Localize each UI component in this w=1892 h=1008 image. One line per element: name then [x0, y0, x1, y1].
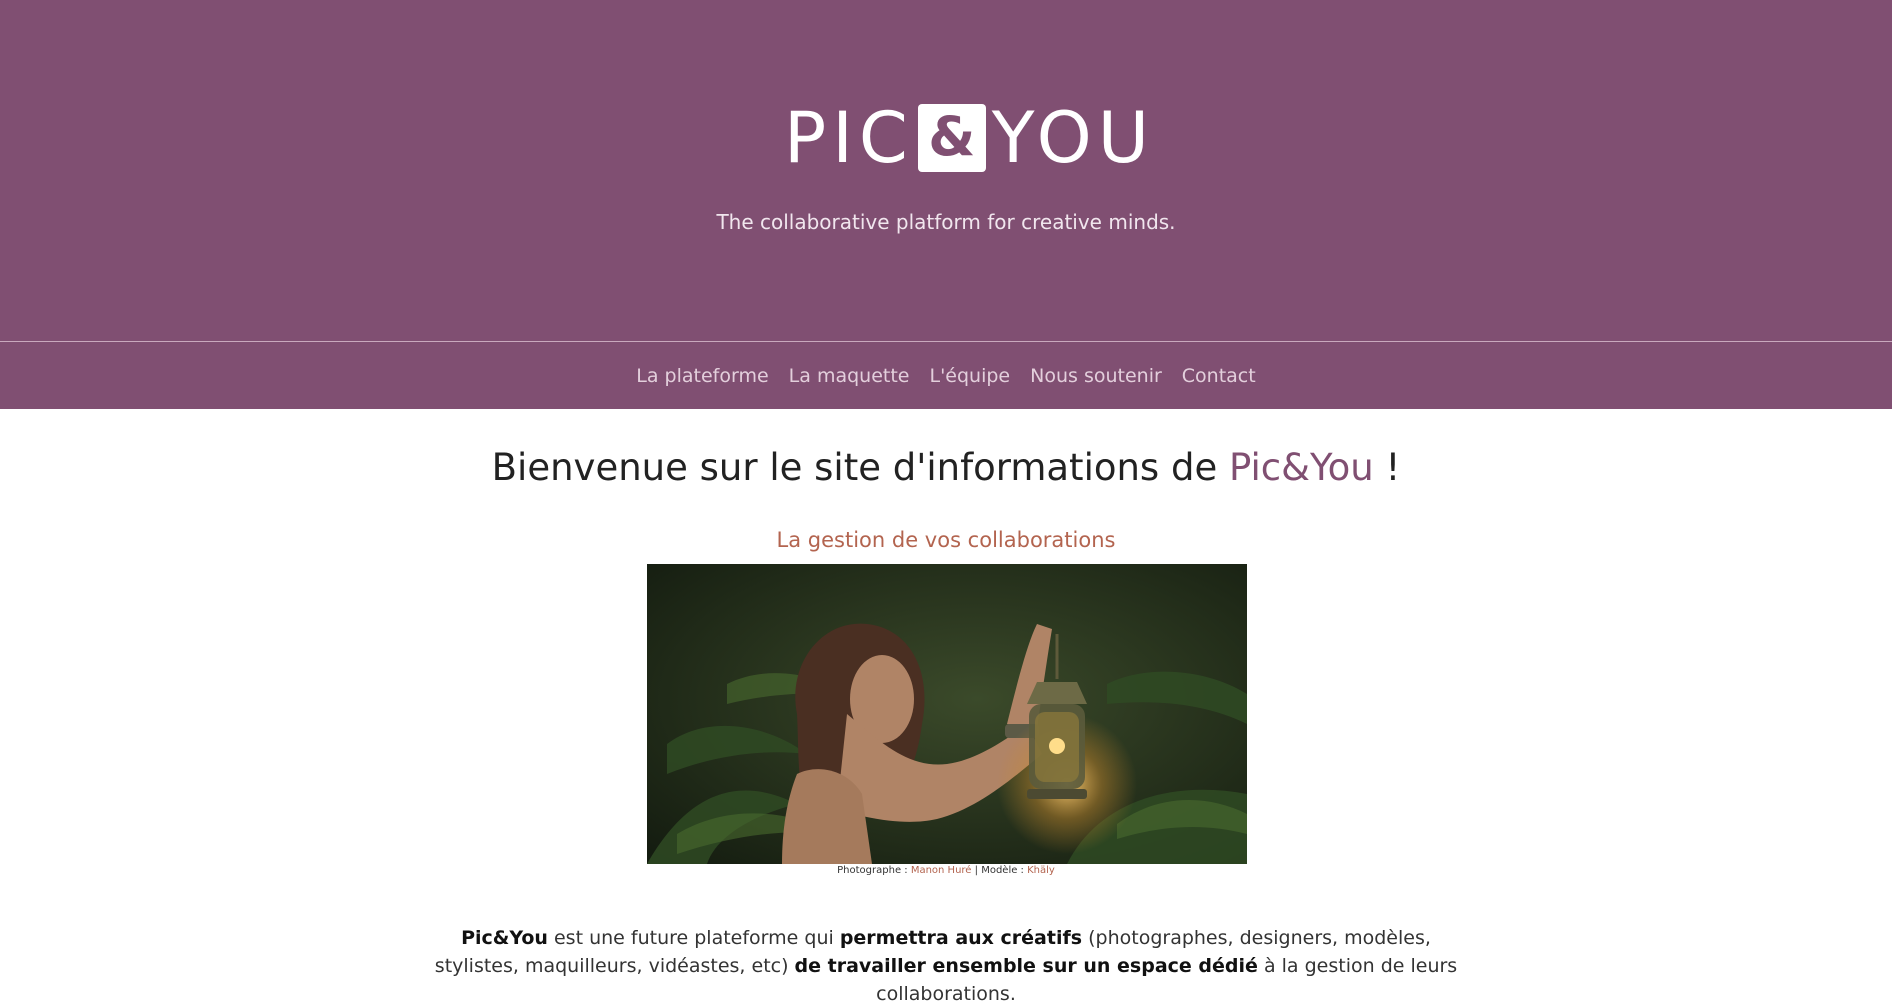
caption-separator: |	[971, 865, 982, 876]
hero-photo	[647, 564, 1247, 864]
intro-brand: Pic&You	[461, 927, 548, 949]
nav-link-plateforme[interactable]: La plateforme	[636, 365, 768, 387]
section-subheading: La gestion de vos collaborations	[776, 528, 1116, 552]
photo-caption: Photographe : Manon Huré | Modèle : Khäl…	[0, 865, 1892, 876]
page-title-prefix: Bienvenue sur le site d'informations de	[491, 446, 1229, 489]
intro-paragraph: Pic&You est une future plateforme qui pe…	[420, 924, 1472, 1008]
photographer-link[interactable]: Manon Huré	[911, 865, 972, 876]
caption-model-label: Modèle :	[981, 865, 1028, 876]
nav-link-contact[interactable]: Contact	[1182, 365, 1256, 387]
page-title: Bienvenue sur le site d'informations de …	[0, 446, 1892, 489]
hero-header: PIC & YOU The collaborative platform for…	[0, 0, 1892, 341]
logo-text-left: PIC	[784, 97, 914, 179]
nav-link-soutenir[interactable]: Nous soutenir	[1030, 365, 1162, 387]
site-tagline: The collaborative platform for creative …	[716, 210, 1176, 234]
main-nav: La plateforme La maquette L'équipe Nous …	[0, 342, 1892, 409]
nav-link-equipe[interactable]: L'équipe	[929, 365, 1010, 387]
page-title-brand: Pic&You	[1228, 446, 1374, 489]
site-logo[interactable]: PIC & YOU	[784, 97, 1155, 179]
nav-link-maquette[interactable]: La maquette	[789, 365, 910, 387]
page-title-suffix: !	[1373, 446, 1401, 489]
intro-text-1: est une future plateforme qui	[547, 927, 840, 949]
logo-ampersand-box: &	[917, 104, 986, 172]
model-link[interactable]: Khäly	[1027, 865, 1055, 876]
intro-emphasis-2: de travailler ensemble sur un espace déd…	[794, 955, 1258, 977]
intro-emphasis-1: permettra aux créatifs	[839, 927, 1083, 949]
logo-text-right: YOU	[991, 97, 1155, 179]
caption-photographer-label: Photographe :	[837, 865, 911, 876]
